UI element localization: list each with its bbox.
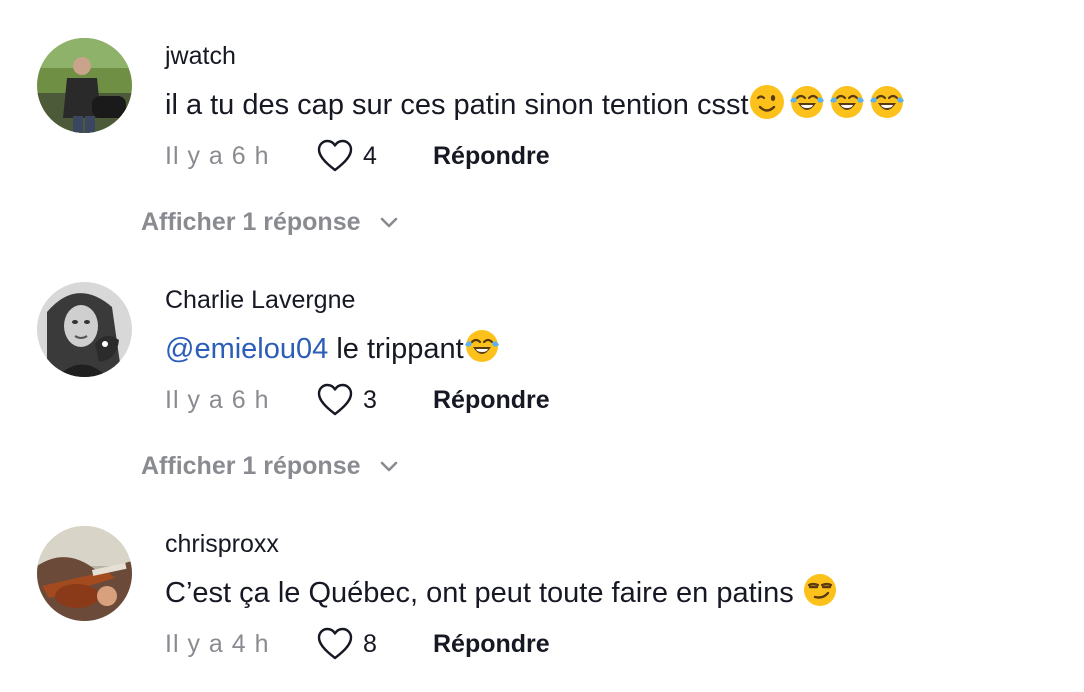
show-replies-button[interactable]: Afficher 1 réponse <box>141 452 399 481</box>
like-count: 8 <box>363 629 377 658</box>
comment-meta: Il y a 6 h 4 Répondre <box>165 136 550 176</box>
reply-button[interactable]: Répondre <box>433 386 550 415</box>
comment-text-body: C’est ça le Québec, ont peut toute faire… <box>165 577 802 609</box>
chevron-down-icon <box>380 461 397 471</box>
mention-link[interactable]: @emielou04 <box>165 333 328 365</box>
comment-meta: Il y a 4 h 8 Répondre <box>165 624 550 664</box>
show-replies-label: Afficher 1 réponse <box>141 208 361 236</box>
heart-outline-icon <box>317 383 353 416</box>
avatar[interactable] <box>37 282 132 377</box>
comment-timestamp: Il y a 6 h <box>165 385 270 414</box>
comment-username[interactable]: jwatch <box>165 42 236 71</box>
tears-of-joy-emoji-icon <box>869 84 905 120</box>
comment-text: @emielou04 le trippant <box>165 328 500 366</box>
comment-timestamp: Il y a 4 h <box>165 629 270 658</box>
show-replies-button[interactable]: Afficher 1 réponse <box>141 208 399 237</box>
avatar[interactable] <box>37 38 132 133</box>
avatar[interactable] <box>37 526 132 621</box>
chevron-down-icon <box>380 217 397 227</box>
like-button[interactable]: 8 <box>317 627 433 661</box>
comment-text-body: le trippant <box>328 333 464 365</box>
comment-username[interactable]: Charlie Lavergne <box>165 286 355 315</box>
comment-username[interactable]: chrisproxx <box>165 530 279 559</box>
reply-button[interactable]: Répondre <box>433 142 550 171</box>
tears-of-joy-emoji-icon <box>464 328 500 364</box>
winking-face-emoji-icon <box>749 84 785 120</box>
tears-of-joy-emoji-icon <box>829 84 865 120</box>
comment-text-body: il a tu des cap sur ces patin sinon tent… <box>165 89 749 121</box>
like-count: 4 <box>363 141 377 170</box>
comment-timestamp: Il y a 6 h <box>165 141 270 170</box>
comment-meta: Il y a 6 h 3 Répondre <box>165 380 550 420</box>
smirking-face-emoji-icon <box>802 572 838 608</box>
reply-button[interactable]: Répondre <box>433 630 550 659</box>
like-count: 3 <box>363 385 377 414</box>
comment-text: il a tu des cap sur ces patin sinon tent… <box>165 84 905 122</box>
like-button[interactable]: 4 <box>317 139 433 173</box>
tears-of-joy-emoji-icon <box>789 84 825 120</box>
show-replies-label: Afficher 1 réponse <box>141 452 361 480</box>
comment-text: C’est ça le Québec, ont peut toute faire… <box>165 572 838 610</box>
heart-outline-icon <box>317 139 353 172</box>
like-button[interactable]: 3 <box>317 383 433 417</box>
heart-outline-icon <box>317 627 353 660</box>
